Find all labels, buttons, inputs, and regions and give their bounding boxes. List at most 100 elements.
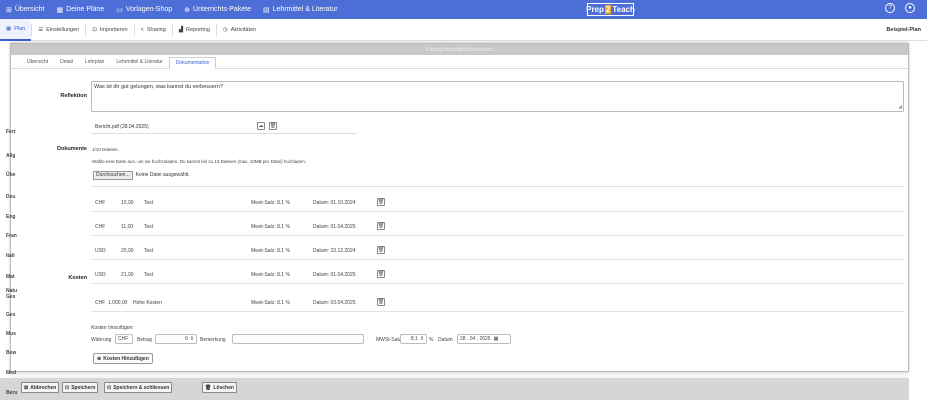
- sidebar-item[interactable]: Ges: [6, 312, 15, 318]
- cost-amount: 11,00: [121, 224, 134, 230]
- datum-value: 28 . 04 . 2025: [460, 336, 491, 342]
- store-icon: ▭: [116, 6, 123, 14]
- sliders-icon: ☰: [38, 26, 44, 33]
- brand-text-right: Teach: [612, 5, 635, 14]
- cost-note: Hohe Kosten: [133, 300, 162, 306]
- cost-note: Test: [144, 248, 154, 254]
- nav-vorlagen-shop[interactable]: ▭ Vorlagen-Shop: [110, 0, 178, 19]
- sidebar-item[interactable]: Deu: [6, 194, 15, 200]
- trash-icon[interactable]: 🗑: [269, 122, 277, 130]
- browse-button[interactable]: Durchsuchen...: [93, 170, 133, 180]
- sidebar-item[interactable]: Beru: [6, 390, 17, 396]
- toolbar-aktivitaeten[interactable]: ◷ Aktivitäten: [217, 19, 262, 41]
- calendar-icon[interactable]: ▦: [494, 336, 499, 342]
- sidebar-item[interactable]: Mus: [6, 331, 16, 337]
- tab-dokumentation[interactable]: Dokumentation: [168, 57, 217, 69]
- mwst-input[interactable]: 8,1 ⇕: [400, 334, 427, 344]
- upload-hint: Wähle eine Datei aus, um sie hochzuladen…: [92, 159, 306, 164]
- import-icon: ⊡: [92, 26, 97, 33]
- cost-currency: CHF: [95, 224, 106, 230]
- sidebar-item[interactable]: Übe: [6, 172, 15, 178]
- toolbar-label: Importieren: [99, 26, 128, 33]
- kosten-label: Kosten: [68, 275, 87, 281]
- betrag-input[interactable]: 0 ⇕: [155, 334, 197, 344]
- stepper-icon[interactable]: ⇕: [190, 336, 194, 342]
- toolbar-reporting[interactable]: ▟ Reporting: [173, 19, 216, 41]
- nav-lehrmittel[interactable]: ▤ Lehrmittel & Literatur: [257, 0, 344, 19]
- file-upload-field: Durchsuchen... Keine Datei ausgewählt.: [93, 170, 190, 180]
- section-divider: [91, 186, 904, 187]
- cost-date: Datum: 03.04.2025: [313, 300, 356, 306]
- datum-label: Datum: [438, 337, 453, 343]
- calendar-icon: ▦: [6, 25, 12, 32]
- cost-vat: Mwst-Satz: 8.1 %: [251, 224, 290, 230]
- add-cost-button[interactable]: ⊕ Kosten Hinzufügen: [93, 353, 153, 364]
- trash-icon[interactable]: 🗑: [377, 222, 385, 230]
- trash-icon[interactable]: 🗑: [377, 198, 385, 206]
- bar-chart-icon: ▟: [178, 26, 184, 33]
- cancel-button[interactable]: ⊠ Abbrechen: [21, 382, 60, 393]
- toolbar-label: Sharing: [146, 26, 166, 33]
- sidebar-item[interactable]: Fert: [6, 129, 15, 135]
- share-icon: <: [140, 26, 144, 33]
- trash-icon[interactable]: 🗑: [377, 298, 385, 306]
- save-close-label: Speichern & schliessen: [113, 384, 170, 391]
- trash-icon[interactable]: 🗑: [377, 270, 385, 278]
- reflektion-text: Was ist dir gut gelungen, was kannst du …: [94, 84, 223, 90]
- tab-uebersicht[interactable]: Übersicht: [21, 56, 54, 68]
- sidebar-item[interactable]: Bew: [6, 350, 16, 356]
- cost-amount: 10,00: [121, 200, 134, 206]
- modal-title: Eintrag hinzufügen/bearbeiten: [11, 44, 908, 55]
- modal-footer: ⊠ Abbrechen ⊡ Speichern ⊡ Speichern & schli…: [0, 378, 909, 400]
- package-icon: ⊕: [184, 6, 191, 14]
- resize-handle-icon[interactable]: ◢: [898, 104, 902, 110]
- help-icon[interactable]: ?: [885, 3, 895, 13]
- sidebar-item[interactable]: Med: [6, 370, 16, 376]
- nav-deine-plaene[interactable]: ▦ Deine Pläne: [50, 0, 110, 19]
- brand-text-left: Prep: [586, 5, 604, 14]
- datum-input[interactable]: 28 . 04 . 2025 ▦: [457, 334, 511, 344]
- cost-currency: USD: [95, 248, 106, 254]
- toolbar-plan[interactable]: ▦ Plan: [0, 18, 32, 41]
- tab-lehrmittel[interactable]: Lehrmittel & Literatur: [110, 56, 168, 68]
- nav-unterrichts-pakete[interactable]: ⊕ Unterrichts-Pakete: [178, 0, 257, 19]
- delete-button[interactable]: 🗑 Löschen: [202, 382, 237, 393]
- sidebar-item[interactable]: Natu Ges: [6, 288, 17, 300]
- toolbar-label: Einstellungen: [46, 26, 80, 33]
- toolbar-einstellungen[interactable]: ☰ Einstellungen: [32, 19, 85, 41]
- download-cloud-icon[interactable]: ☁: [257, 122, 265, 130]
- sidebar-item[interactable]: Itali: [6, 253, 15, 259]
- percent-label: %: [429, 337, 434, 343]
- sidebar-item[interactable]: Fran: [6, 233, 17, 239]
- reflektion-textarea[interactable]: Was ist dir gut gelungen, was kannst du …: [91, 81, 904, 112]
- mwst-label: MWSt-Satz: [376, 337, 402, 343]
- stepper-icon[interactable]: ⇕: [420, 336, 424, 342]
- calendar-icon: ▦: [56, 6, 64, 14]
- tab-lehrplan[interactable]: Lehrplan: [79, 56, 110, 68]
- brand-number: 2: [604, 5, 612, 14]
- cost-currency: CHF: [95, 200, 106, 206]
- sidebar-item[interactable]: Mat: [6, 274, 15, 280]
- bemerkung-label: Bemerkung: [200, 337, 226, 343]
- waehrung-select[interactable]: CHF: [115, 334, 133, 344]
- user-icon[interactable]: ●: [905, 3, 915, 13]
- cost-vat: Mwst-Satz: 8.1 %: [251, 272, 290, 278]
- cost-row: USD 21,00 Test Mwst-Satz: 8.1 % Datum: 0…: [91, 266, 904, 284]
- cost-vat: Mwst-Satz: 8.1 %: [251, 300, 290, 306]
- bemerkung-input[interactable]: [232, 334, 364, 344]
- cost-note: Test: [144, 200, 154, 206]
- save-close-button[interactable]: ⊡ Speichern & schliessen: [104, 382, 173, 393]
- save-button[interactable]: ⊡ Speichern: [62, 382, 99, 393]
- tab-detail[interactable]: Detail: [54, 56, 79, 68]
- nav-uebersicht[interactable]: ⊞ Übersicht: [0, 0, 50, 19]
- sidebar-item[interactable]: Allg: [6, 153, 15, 159]
- close-icon: ⊠: [24, 384, 29, 391]
- toolbar-sharing[interactable]: < Sharing: [135, 19, 172, 41]
- cost-note: Test: [144, 272, 154, 278]
- sidebar-item[interactable]: Eng: [6, 214, 15, 220]
- brand-logo[interactable]: Prep 2 Teach: [586, 3, 635, 16]
- toolbar-importieren[interactable]: ⊡ Importieren: [86, 19, 133, 41]
- trash-icon[interactable]: 🗑: [377, 246, 385, 254]
- nav-label: Vorlagen-Shop: [125, 6, 173, 13]
- add-cost-form: Währung CHF Betrag 0 ⇕ Bemerkung MWSt-Sat…: [91, 334, 904, 345]
